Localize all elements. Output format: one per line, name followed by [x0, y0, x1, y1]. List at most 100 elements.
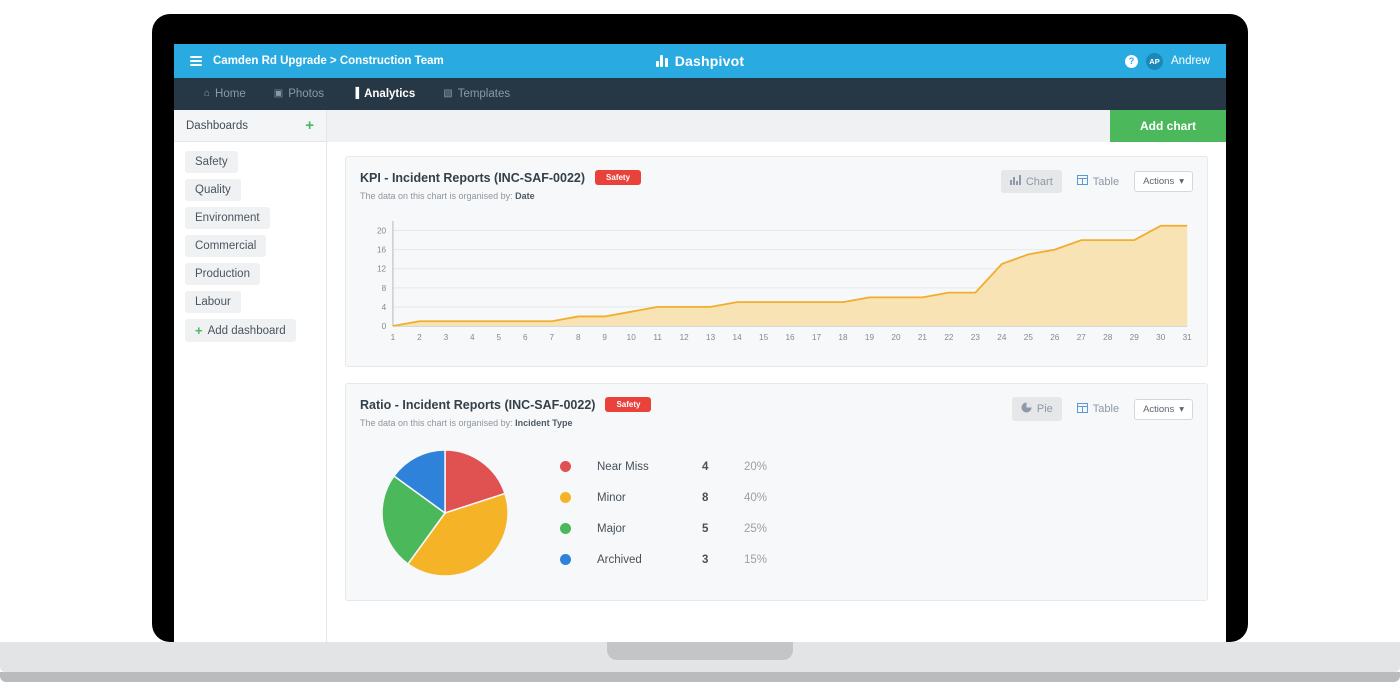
svg-text:13: 13 [706, 332, 715, 342]
legend-color-swatch [560, 461, 571, 472]
add-dashboard-button[interactable]: + Add dashboard [185, 319, 296, 342]
pie-chart [381, 449, 509, 577]
svg-text:16: 16 [785, 332, 794, 342]
pie-legend: Near Miss 4 20% Minor 8 40% Major 5 25% … [530, 461, 1193, 566]
card-subtitle-prefix: The data on this chart is organised by: [360, 418, 513, 428]
home-icon: ⌂ [204, 88, 211, 99]
legend-label: Minor [597, 491, 626, 504]
plus-icon[interactable]: + [305, 118, 314, 133]
user-name[interactable]: Andrew [1171, 55, 1210, 67]
legend-count: 5 [702, 522, 709, 535]
page-title: Ratio - Incident Reports (INC-SAF-0022) [360, 397, 596, 412]
avatar[interactable]: AP [1146, 52, 1163, 70]
legend-item-major: Major 5 25% [560, 523, 1193, 535]
hamburger-icon[interactable] [190, 54, 202, 68]
svg-text:10: 10 [627, 332, 636, 342]
view-table-label: Table [1092, 175, 1120, 188]
svg-text:4: 4 [382, 302, 387, 312]
sidebar-item-commercial[interactable]: Commercial [185, 235, 267, 257]
sidebar-item-safety[interactable]: Safety [185, 151, 238, 173]
ratio-chart-card: Ratio - Incident Reports (INC-SAF-0022) … [345, 383, 1208, 601]
table-icon [1076, 175, 1088, 188]
actions-dropdown[interactable]: Actions ▾ [1134, 398, 1193, 420]
legend-color-swatch [560, 492, 571, 503]
legend-percent: 20% [744, 460, 768, 473]
sidebar-item-environment[interactable]: Environment [185, 207, 270, 229]
legend-count: 8 [702, 491, 709, 504]
top-bar: Camden Rd Upgrade > Construction Team Da… [174, 44, 1226, 78]
kpi-chart-card: KPI - Incident Reports (INC-SAF-0022) Sa… [345, 156, 1208, 367]
main-panel: Add chart KPI - Incident Reports (INC-SA… [327, 110, 1226, 642]
sidebar-item-production[interactable]: Production [185, 263, 260, 285]
caret-down-icon: ▾ [1179, 176, 1184, 187]
brand-name: Dashpivot [674, 53, 745, 69]
svg-text:1: 1 [391, 332, 396, 342]
sidebar-item-quality[interactable]: Quality [185, 179, 241, 201]
main-toolbar: Add chart [327, 110, 1226, 142]
sidebar-item-labour[interactable]: Labour [185, 291, 241, 313]
view-chart-label: Chart [1025, 175, 1053, 188]
legend-item-minor: Minor 8 40% [560, 492, 1193, 504]
actions-dropdown[interactable]: Actions ▾ [1134, 171, 1193, 192]
card-title-block: KPI - Incident Reports (INC-SAF-0022) Sa… [360, 170, 1001, 201]
svg-text:27: 27 [1077, 332, 1086, 342]
main-navigation: ⌂ Home ▣ Photos ▐ Analytics ▧ Templates [174, 78, 1226, 110]
svg-text:6: 6 [523, 332, 528, 342]
laptop-foot [0, 672, 1400, 682]
card-subtitle: The data on this chart is organised by: … [360, 418, 1012, 428]
legend-label: Major [597, 522, 626, 535]
legend-color-swatch [560, 554, 571, 565]
legend-item-near-miss: Near Miss 4 20% [560, 461, 1193, 473]
svg-text:28: 28 [1103, 332, 1112, 342]
actions-label: Actions [1143, 403, 1175, 415]
svg-text:8: 8 [576, 332, 581, 342]
svg-text:22: 22 [944, 332, 953, 342]
bar-chart-icon [1009, 175, 1021, 188]
legend-count: 4 [702, 460, 709, 473]
view-chart-button[interactable]: Chart [1000, 170, 1062, 193]
nav-item-photos[interactable]: ▣ Photos [260, 78, 338, 110]
svg-text:20: 20 [891, 332, 900, 342]
legend-percent: 15% [744, 553, 768, 566]
pie-chart-wrap [360, 448, 530, 578]
legend-percent: 25% [744, 522, 768, 535]
caret-down-icon: ▾ [1179, 403, 1184, 415]
page-title: KPI - Incident Reports (INC-SAF-0022) [360, 170, 586, 185]
view-pie-label: Pie [1036, 403, 1053, 415]
svg-text:4: 4 [470, 332, 475, 342]
svg-text:20: 20 [377, 225, 386, 235]
view-table-button[interactable]: Table [1068, 398, 1128, 421]
nav-item-photos-label: Photos [288, 88, 324, 100]
svg-text:12: 12 [377, 264, 386, 274]
camera-icon: ▣ [273, 88, 284, 99]
svg-text:31: 31 [1183, 332, 1192, 342]
nav-item-templates[interactable]: ▧ Templates [429, 78, 524, 110]
nav-item-analytics[interactable]: ▐ Analytics [338, 78, 429, 110]
svg-text:23: 23 [971, 332, 980, 342]
card-subtitle-value: Incident Type [515, 418, 573, 428]
svg-text:0: 0 [382, 321, 387, 331]
breadcrumb[interactable]: Camden Rd Upgrade > Construction Team [213, 55, 444, 67]
sidebar-header: Dashboards + [174, 110, 326, 142]
help-icon[interactable]: ? [1125, 54, 1138, 68]
sidebar-title: Dashboards [186, 119, 249, 132]
legend-item-archived: Archived 3 15% [560, 554, 1193, 566]
sidebar: Dashboards + Safety Quality Environment … [174, 110, 327, 642]
card-subtitle-prefix: The data on this chart is organised by: [360, 191, 513, 201]
dashboard-list: Safety Quality Environment Commercial Pr… [174, 142, 326, 342]
legend-count: 3 [702, 553, 709, 566]
content-area: Dashboards + Safety Quality Environment … [174, 110, 1226, 642]
svg-text:17: 17 [812, 332, 821, 342]
view-pie-button[interactable]: Pie [1011, 397, 1062, 421]
svg-text:25: 25 [1024, 332, 1033, 342]
svg-text:11: 11 [653, 332, 662, 342]
laptop-frame: Camden Rd Upgrade > Construction Team Da… [152, 14, 1248, 642]
analytics-icon: ▐ [352, 88, 360, 99]
card-subtitle: The data on this chart is organised by: … [360, 191, 1001, 201]
nav-item-home[interactable]: ⌂ Home [190, 78, 260, 110]
view-table-button[interactable]: Table [1068, 170, 1128, 193]
svg-text:2: 2 [417, 332, 422, 342]
nav-item-analytics-label: Analytics [364, 88, 416, 100]
card-subtitle-value: Date [515, 191, 535, 201]
add-chart-button[interactable]: Add chart [1110, 110, 1226, 142]
